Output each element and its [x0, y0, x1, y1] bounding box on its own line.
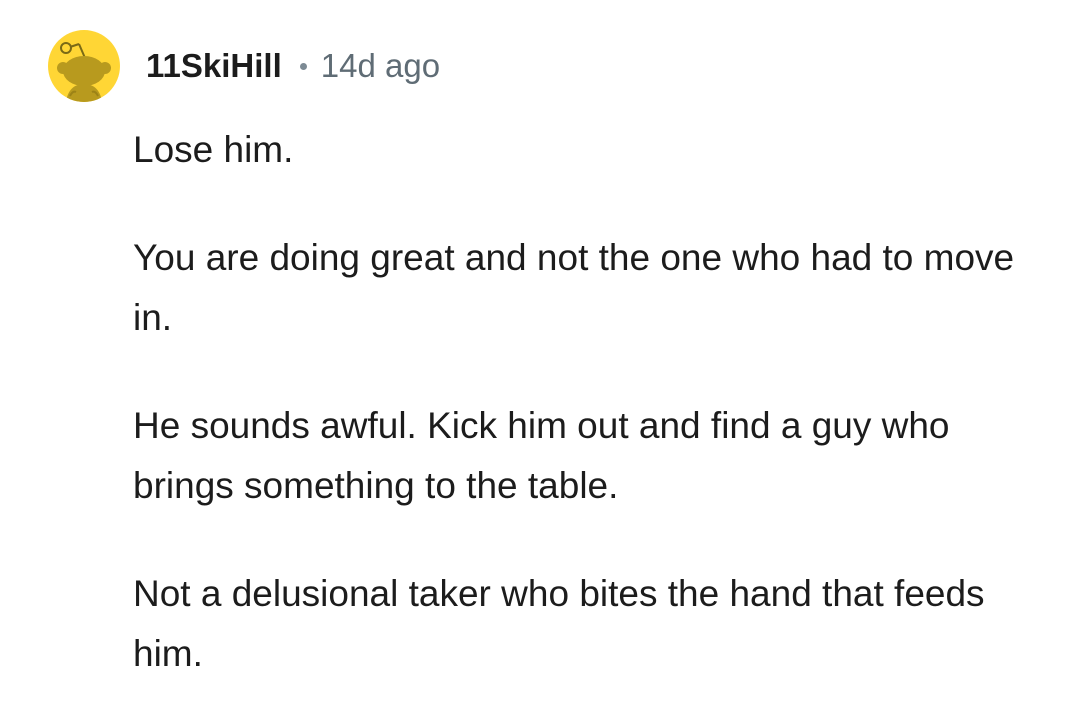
comment-paragraph: You are doing great and not the one who …: [133, 237, 1015, 338]
separator-dot: [299, 62, 307, 70]
username[interactable]: 11SkiHill: [146, 47, 282, 85]
avatar[interactable]: [48, 30, 120, 102]
comment-body: Lose him. You are doing great and not th…: [133, 120, 1043, 684]
comment-paragraph: He sounds awful. Kick him out and find a…: [133, 405, 950, 506]
snoo-avatar-icon: [57, 42, 111, 102]
timestamp: 14d ago: [320, 47, 441, 84]
comment-header: 11SkiHill 14d ago: [48, 30, 440, 102]
comment-paragraph: Lose him.: [133, 129, 294, 170]
comment: 11SkiHill 14d ago Lose him. You are doin…: [0, 0, 1080, 708]
comment-paragraph: Not a delusional taker who bites the han…: [133, 573, 985, 674]
